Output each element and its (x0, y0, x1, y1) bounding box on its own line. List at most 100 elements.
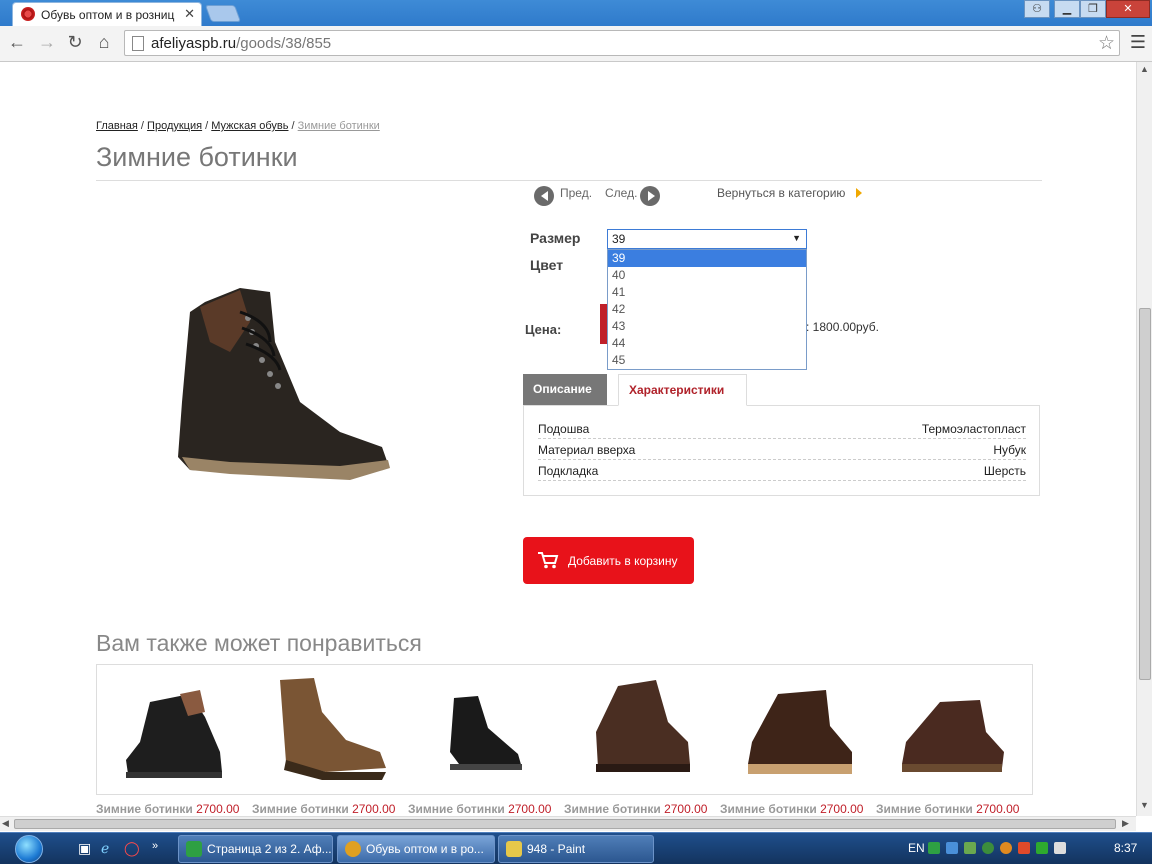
size-option-39[interactable]: 39 (608, 250, 806, 267)
tray-update-icon[interactable] (964, 842, 976, 854)
tray-security-icon[interactable] (982, 842, 994, 854)
browser-tab-strip: Обувь оптом и в розниц ✕ ⚇ ▁ ❐ ✕ (0, 0, 1152, 26)
recommended-product-image[interactable] (422, 672, 578, 792)
scroll-up-icon[interactable]: ▲ (1140, 64, 1149, 74)
browser-tab[interactable]: Обувь оптом и в розниц ✕ (12, 2, 202, 26)
price-label: Цена: (525, 322, 562, 337)
tab-description[interactable]: Описание (523, 374, 607, 406)
site-favicon-icon (21, 7, 35, 21)
size-select-value: 39 (612, 232, 626, 246)
tray-network-icon[interactable] (946, 842, 958, 854)
recommended-product-caption[interactable]: Зимние ботинки 2700.00 (252, 802, 395, 816)
back-to-category-link[interactable]: Вернуться в категорию (717, 186, 845, 200)
new-tab-button[interactable] (204, 5, 242, 22)
recommended-product-caption[interactable]: Зимние ботинки 2700.00 (876, 802, 1019, 816)
taskbar-item-paint[interactable]: 948 - Paint (498, 835, 654, 863)
prev-link[interactable]: Пред. (560, 186, 592, 200)
recommended-product-caption[interactable]: Зимние ботинки 2700.00 (564, 802, 707, 816)
char-name: Подкладка (538, 464, 599, 478)
chrome-menu-icon[interactable]: ☰ (1130, 32, 1146, 53)
char-row-lining: Подкладка Шерсть (538, 460, 1026, 481)
tab-characteristics[interactable]: Характеристики (618, 374, 747, 406)
home-icon[interactable]: ⌂ (93, 32, 115, 53)
size-dropdown-list: 39 40 41 42 43 44 45 (607, 249, 807, 370)
close-window-button[interactable]: ✕ (1106, 0, 1150, 18)
taskbar-clock[interactable]: 8:37 (1114, 841, 1137, 855)
address-bar[interactable]: afeliyaspb.ru/goods/38/855 ☆ (124, 30, 1120, 56)
next-link[interactable]: След. (605, 186, 637, 200)
size-option-44[interactable]: 44 (608, 335, 806, 352)
back-to-category-arrow-icon (856, 188, 867, 198)
task-label: 948 - Paint (527, 842, 586, 856)
tray-volume-icon[interactable] (1054, 842, 1066, 854)
recommended-product-image[interactable] (734, 672, 890, 792)
size-select[interactable]: 39 ▼ (607, 229, 807, 249)
price-text: : 1800.00руб. (806, 320, 879, 334)
scroll-left-icon[interactable]: ◀ (2, 818, 9, 829)
size-option-45[interactable]: 45 (608, 352, 806, 369)
maximize-button[interactable]: ❐ (1080, 0, 1106, 18)
page-icon (132, 36, 144, 51)
recommended-product-image[interactable] (266, 672, 422, 792)
cart-icon (538, 552, 559, 569)
size-option-43[interactable]: 43 (608, 318, 806, 335)
recommended-product-caption[interactable]: Зимние ботинки 2700.00 (96, 802, 239, 816)
page-title: Зимние ботинки (96, 142, 298, 172)
next-arrow-icon[interactable] (640, 186, 660, 206)
horizontal-scrollbar[interactable]: ◀ ▶ (0, 816, 1136, 831)
document-app-icon (186, 841, 202, 857)
language-indicator[interactable]: EN (908, 841, 925, 855)
recommended-product-image[interactable] (110, 672, 266, 792)
size-option-41[interactable]: 41 (608, 284, 806, 301)
quicklaunch-explorer-icon[interactable]: ▣ (78, 840, 91, 857)
characteristics-panel: Подошва Термоэластопласт Материал вверха… (523, 405, 1040, 496)
horizontal-scroll-thumb[interactable] (14, 819, 1116, 829)
recommended-product-caption[interactable]: Зимние ботинки 2700.00 (720, 802, 863, 816)
tab-title: Обувь оптом и в розниц (41, 8, 175, 22)
add-to-cart-button[interactable]: Добавить в корзину (523, 537, 694, 584)
recommended-product-caption[interactable]: Зимние ботинки 2700.00 (408, 802, 551, 816)
tray-signal-icon[interactable] (1036, 842, 1048, 854)
vertical-scroll-thumb[interactable] (1139, 308, 1151, 680)
title-divider (96, 180, 1042, 181)
tray-alert-icon[interactable] (1000, 842, 1012, 854)
recommended-product-image[interactable] (890, 672, 1046, 792)
add-to-cart-label: Добавить в корзину (568, 554, 678, 568)
tab-close-icon[interactable]: ✕ (184, 6, 195, 22)
prev-arrow-icon[interactable] (534, 186, 554, 206)
taskbar-item-document[interactable]: Страница 2 из 2. Аф... (178, 835, 333, 863)
paint-icon (506, 841, 522, 857)
scroll-down-icon[interactable]: ▼ (1140, 800, 1149, 810)
quicklaunch-ie-icon[interactable]: ℯ (101, 840, 109, 857)
forward-icon[interactable]: → (36, 32, 58, 53)
vertical-scrollbar[interactable]: ▲ ▼ (1136, 62, 1152, 816)
tray-app-icon[interactable] (928, 842, 940, 854)
char-row-sole: Подошва Термоэластопласт (538, 418, 1026, 439)
breadcrumb-products[interactable]: Продукция (147, 120, 202, 132)
size-option-42[interactable]: 42 (608, 301, 806, 318)
breadcrumb-current[interactable]: Зимние ботинки (298, 120, 380, 132)
bookmark-star-icon[interactable]: ☆ (1098, 32, 1115, 55)
back-icon[interactable]: ← (6, 32, 28, 53)
minimize-button[interactable]: ▁ (1054, 0, 1080, 18)
color-label: Цвет (530, 257, 564, 273)
breadcrumb-home[interactable]: Главная (96, 120, 138, 132)
quicklaunch-more-icon[interactable]: » (152, 840, 158, 852)
user-profile-button[interactable]: ⚇ (1024, 0, 1050, 18)
size-option-40[interactable]: 40 (608, 267, 806, 284)
quicklaunch-opera-icon[interactable]: ◯ (124, 840, 140, 857)
reload-icon[interactable]: ↻ (64, 32, 86, 53)
product-image (178, 288, 390, 480)
scroll-right-icon[interactable]: ▶ (1122, 818, 1129, 829)
tray-flag-icon[interactable] (1018, 842, 1030, 854)
recommended-product-image[interactable] (578, 672, 734, 792)
page-viewport: Главная / Продукция / Мужская обувь / Зи… (0, 62, 1136, 816)
taskbar-item-chrome[interactable]: Обувь оптом и в ро... (337, 835, 495, 863)
char-name: Материал вверха (538, 443, 636, 457)
size-label: Размер (530, 230, 581, 246)
task-label: Страница 2 из 2. Аф... (207, 842, 332, 856)
breadcrumb-mens-shoes[interactable]: Мужская обувь (211, 120, 288, 132)
char-value: Термоэластопласт (921, 422, 1026, 436)
chevron-down-icon: ▼ (792, 233, 801, 243)
start-button[interactable] (2, 833, 60, 864)
